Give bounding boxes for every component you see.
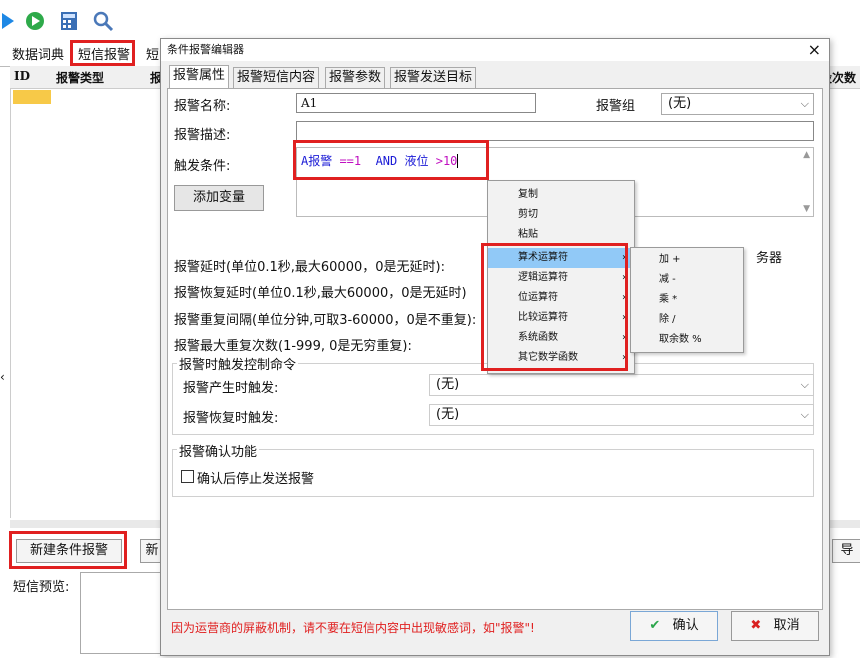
dialog-titlebar: 条件报警编辑器 × xyxy=(161,39,829,61)
trigger-expression: A报警 ==1 AND 液位 >10 xyxy=(301,152,459,169)
menu-item-comparison-label: 比较运算符 xyxy=(518,312,568,323)
close-icon[interactable]: × xyxy=(808,39,821,61)
tab-data-dictionary[interactable]: 数据词典 xyxy=(12,44,64,63)
add-variable-button[interactable]: 添加变量 xyxy=(174,185,264,211)
expr-var-a: A报警 xyxy=(301,154,333,168)
menu-item-bitwise-label: 位运算符 xyxy=(518,292,558,303)
on-recover-trigger-value: (无) xyxy=(436,407,460,422)
new-conditional-alarm-button[interactable]: 新建条件报警 xyxy=(16,539,122,563)
tab-alarm-properties[interactable]: 报警属性 xyxy=(169,65,230,88)
tab-alarm-sms-content[interactable]: 报警短信内容 xyxy=(233,67,320,88)
menu-item-paste[interactable]: 粘贴 xyxy=(488,225,634,245)
scroll-up-icon[interactable]: ▲ xyxy=(803,150,810,160)
server-group-title-partial: 务器 xyxy=(756,251,783,266)
menu-item-comparison[interactable]: 比较运算符 › xyxy=(488,308,634,328)
menu-item-add[interactable]: 加 + xyxy=(631,250,743,270)
tab-partial[interactable]: 短 xyxy=(146,44,159,63)
run-icon[interactable] xyxy=(24,10,46,32)
splitter-arrow[interactable]: ‹ xyxy=(0,370,5,384)
alarm-repeat-interval-label: 报警重复间隔(单位分钟,可取3-60000，0是不重复): xyxy=(174,313,477,328)
chevron-right-icon: › xyxy=(622,332,626,343)
menu-item-arithmetic-label: 算术运算符 xyxy=(518,252,568,263)
confirm-group-title: 报警确认功能 xyxy=(177,441,260,460)
trigger-condition-label: 触发条件: xyxy=(174,159,231,174)
ok-button[interactable]: ✔ 确认 xyxy=(630,611,718,641)
on-alarm-trigger-label: 报警产生时触发: xyxy=(183,381,279,396)
scroll-down-icon[interactable]: ▼ xyxy=(803,204,810,214)
alarm-recover-delay-label: 报警恢复延时(单位0.1秒,最大60000，0是无延时) xyxy=(174,286,467,301)
alarm-desc-label: 报警描述: xyxy=(174,128,231,143)
alarm-max-repeat-label: 报警最大重复次数(1-999, 0是无穷重复): xyxy=(174,339,412,354)
col-id: ID xyxy=(14,69,31,83)
export-button[interactable]: 导 xyxy=(832,539,860,563)
tab-alarm-targets[interactable]: 报警发送目标 xyxy=(390,67,477,88)
col-alarm-type: 报警类型 xyxy=(56,71,105,85)
play-icon[interactable] xyxy=(0,10,22,32)
menu-item-system-functions[interactable]: 系统函数 › xyxy=(488,328,634,348)
alarm-name-label: 报警名称: xyxy=(174,99,231,114)
arithmetic-submenu: 加 + 减 - 乘 * 除 / 取余数 % xyxy=(630,247,744,353)
text-caret xyxy=(457,154,459,168)
alarm-name-input[interactable]: A1 xyxy=(296,93,536,113)
menu-item-copy[interactable]: 复制 xyxy=(488,185,634,205)
alarm-desc-input[interactable] xyxy=(296,121,814,141)
chevron-right-icon: › xyxy=(622,352,626,363)
menu-item-system-functions-label: 系统函数 xyxy=(518,332,558,343)
chevron-right-icon: › xyxy=(622,272,626,283)
tab-sms-alarm[interactable]: 短信报警 xyxy=(78,44,130,63)
warning-text: 因为运营商的屏蔽机制，请不要在短信内容中出现敏感词，如"报警"! xyxy=(171,621,535,635)
chevron-down-icon: ⌵ xyxy=(800,97,809,110)
cancel-button[interactable]: ✖ 取消 xyxy=(731,611,819,641)
menu-item-logical[interactable]: 逻辑运算符 › xyxy=(488,268,634,288)
chevron-down-icon: ⌵ xyxy=(800,378,809,391)
menu-item-divide[interactable]: 除 / xyxy=(631,310,743,330)
cancel-button-label: 取消 xyxy=(773,618,800,633)
search-icon[interactable] xyxy=(92,10,114,32)
menu-item-multiply[interactable]: 乘 * xyxy=(631,290,743,310)
confirm-stop-checkbox-label[interactable]: 确认后停止发送报警 xyxy=(197,468,314,487)
calculator-icon[interactable] xyxy=(58,10,80,32)
expr-eq: ==1 xyxy=(332,154,369,168)
chevron-right-icon: › xyxy=(622,312,626,323)
ok-button-label: 确认 xyxy=(672,618,699,633)
context-menu: 复制 剪切 粘贴 算术运算符 › 逻辑运算符 › 位运算符 › 比较运算符 › 系统函数… xyxy=(487,180,635,374)
menu-item-other-math-label: 其它数学函数 xyxy=(518,352,578,363)
menu-item-arithmetic[interactable]: 算术运算符 › xyxy=(488,248,634,268)
menu-item-subtract[interactable]: 减 - xyxy=(631,270,743,290)
confirm-stop-checkbox[interactable] xyxy=(181,470,194,483)
alarm-group-label: 报警组 xyxy=(596,99,636,114)
on-alarm-trigger-select[interactable]: (无) ⌵ xyxy=(429,374,814,396)
on-recover-trigger-label: 报警恢复时触发: xyxy=(183,411,279,426)
sms-preview-label: 短信预览: xyxy=(13,580,70,595)
on-recover-trigger-select[interactable]: (无) ⌵ xyxy=(429,404,814,426)
cross-icon: ✖ xyxy=(750,618,762,633)
expr-and: AND xyxy=(368,154,405,168)
menu-item-logical-label: 逻辑运算符 xyxy=(518,272,568,283)
chevron-right-icon: › xyxy=(622,292,626,303)
menu-item-bitwise[interactable]: 位运算符 › xyxy=(488,288,634,308)
menu-item-other-math[interactable]: 其它数学函数 › xyxy=(488,348,634,368)
chevron-right-icon: › xyxy=(622,252,626,263)
trigger-command-group-title: 报警时触发控制命令 xyxy=(177,354,299,373)
expr-gt: >10 xyxy=(428,154,458,168)
selected-cell[interactable] xyxy=(13,90,51,104)
chevron-down-icon: ⌵ xyxy=(800,408,809,421)
expr-var-level: 液位 xyxy=(404,154,429,168)
tab-alarm-params[interactable]: 报警参数 xyxy=(325,67,386,88)
alarm-delay-label: 报警延时(单位0.1秒,最大60000，0是无延时): xyxy=(174,260,445,275)
alarm-group-value: (无) xyxy=(668,96,692,111)
menu-item-modulo[interactable]: 取余数 % xyxy=(631,330,743,350)
main-toolbar xyxy=(0,0,860,40)
check-icon: ✔ xyxy=(649,618,661,633)
alarm-group-select[interactable]: (无) ⌵ xyxy=(661,93,814,115)
on-alarm-trigger-value: (无) xyxy=(436,377,460,392)
menu-item-cut[interactable]: 剪切 xyxy=(488,205,634,225)
sms-preview-box[interactable] xyxy=(80,572,162,654)
dialog-title: 条件报警编辑器 xyxy=(167,43,244,56)
